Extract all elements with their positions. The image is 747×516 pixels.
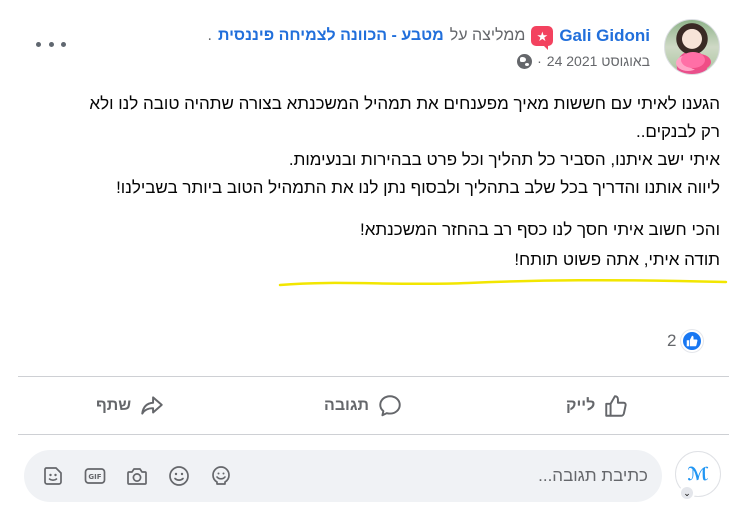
- comment-composer: GIF: [24, 450, 662, 502]
- post-paragraph: ליווה אותנו והדריך בכל שלב בתהליך ולבסוף…: [116, 178, 720, 197]
- post-paragraph: הגענו לאיתי עם חששות מאיך מפענחים את תמה…: [89, 94, 720, 141]
- page-link[interactable]: מטבע - הכוונה לצמיחה פיננסית: [218, 27, 444, 45]
- svg-text:GIF: GIF: [88, 473, 101, 481]
- thumbs-up-icon: [605, 395, 627, 417]
- author-avatar[interactable]: [664, 19, 720, 75]
- composer-icons: GIF: [40, 463, 233, 488]
- reaction-count: 2: [667, 331, 677, 350]
- recommends-label: ממליצה על: [449, 27, 526, 44]
- comment-button[interactable]: תגובה: [324, 388, 403, 424]
- dot-icon: [61, 41, 66, 47]
- highlighted-sentence: והכי חשוב איתי חסך לנו כסף רב בהחזר המשכ…: [359, 220, 720, 239]
- dot-icon: [48, 41, 54, 47]
- comment-bubble-icon: [379, 395, 401, 417]
- yellow-underline-mark: [278, 278, 728, 287]
- actions-divider-bottom: [18, 434, 729, 435]
- post-header: Gali Gidoni ★ ממליצה על מטבע - הכוונה לצ…: [207, 24, 650, 50]
- share-button[interactable]: שתף: [96, 388, 165, 424]
- post-card: Gali Gidoni ★ ממליצה על מטבע - הכוונה לצ…: [0, 0, 747, 516]
- more-options-button[interactable]: [36, 34, 66, 54]
- actions-divider-top: [18, 376, 729, 377]
- recommendation-badge-icon: ★: [531, 26, 554, 50]
- like-reaction-icon: [681, 330, 704, 352]
- dot-icon: [36, 41, 41, 47]
- globe-icon[interactable]: [517, 53, 533, 69]
- comment-input[interactable]: [288, 450, 648, 502]
- emoji-icon[interactable]: [166, 463, 191, 488]
- meta-separator: ·: [537, 53, 542, 69]
- avatar-sticker-icon[interactable]: [208, 463, 233, 488]
- reaction-summary[interactable]: 2: [667, 330, 704, 352]
- post-body: הגענו לאיתי עם חששות מאיך מפענחים את תמה…: [70, 90, 720, 274]
- post-meta: 24 באוגוסט 2021 ·: [517, 53, 650, 69]
- gif-icon[interactable]: GIF: [82, 463, 107, 488]
- share-label: שתף: [96, 397, 132, 414]
- trailing-dot: .: [207, 27, 212, 44]
- chevron-down-icon[interactable]: ⌄: [679, 485, 695, 501]
- sticker-icon[interactable]: [40, 463, 65, 488]
- flower-decoration: [681, 52, 705, 68]
- comment-label: תגובה: [324, 397, 370, 414]
- camera-icon[interactable]: [124, 463, 149, 488]
- author-name[interactable]: Gali Gidoni: [559, 26, 650, 46]
- profile-logo-icon: ℳ: [687, 463, 709, 485]
- like-label: לייק: [566, 397, 596, 414]
- post-date[interactable]: 24 באוגוסט 2021: [547, 53, 650, 69]
- post-paragraph: איתי ישב איתנו, הסביר כל תהליך וכל פרט ב…: [288, 150, 720, 169]
- share-arrow-icon: [141, 396, 163, 415]
- post-closing: תודה איתי, אתה פשוט תותח!: [514, 250, 720, 269]
- like-button[interactable]: לייק: [566, 388, 629, 424]
